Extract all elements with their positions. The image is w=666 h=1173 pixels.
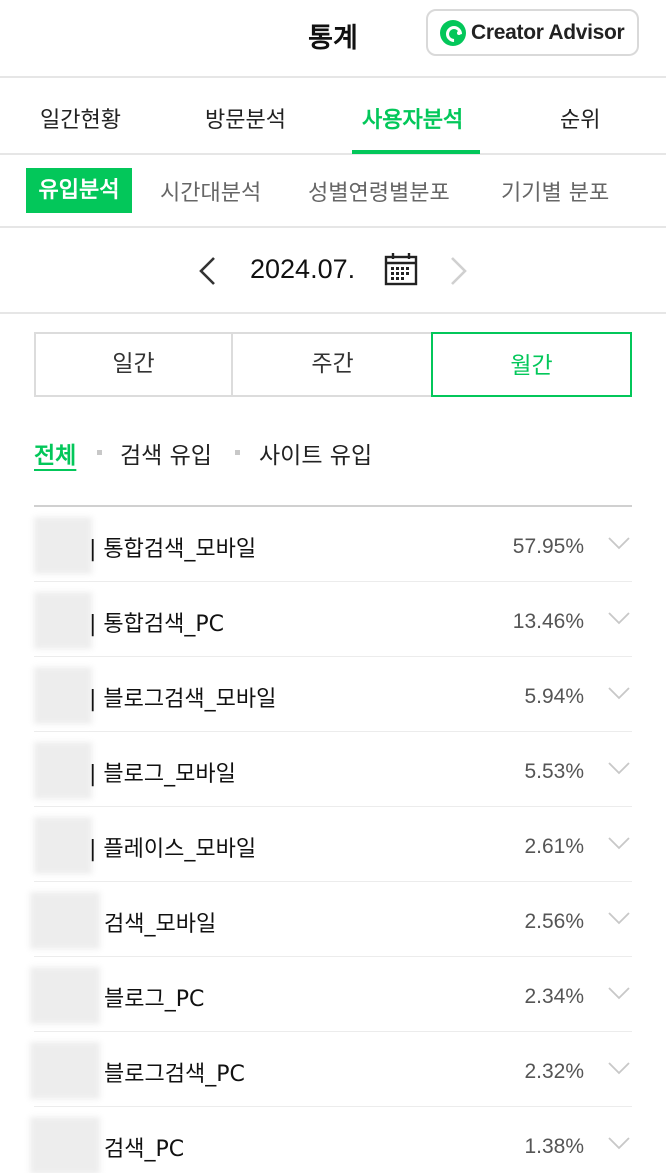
date-navigator: 2024.07. xyxy=(0,228,666,314)
inflow-list: | 통합검색_모바일 57.95% | 통합검색_PC 13.46% | 블로그… xyxy=(30,505,632,1173)
filter-site-inflow[interactable]: 사이트 유입 xyxy=(259,436,372,470)
blurred-source xyxy=(34,667,92,724)
list-item-label: | 통합검색_PC xyxy=(89,612,224,637)
filter-separator xyxy=(97,450,102,455)
statistics-page: 통계 Creator Advisor 일간현황 방문분석 사용자분석 순위 유입… xyxy=(0,0,666,1173)
blurred-source xyxy=(30,967,100,1024)
tab-visit-analysis[interactable]: 방문분석 xyxy=(205,102,286,134)
period-daily-button[interactable]: 일간 xyxy=(36,334,233,395)
list-item[interactable]: | 블로그_모바일 5.53% xyxy=(34,732,632,807)
list-item-percent: 2.56% xyxy=(524,910,584,933)
blurred-source xyxy=(34,817,92,874)
list-item[interactable]: 블로그_PC 2.34% xyxy=(30,957,632,1032)
header: 통계 Creator Advisor xyxy=(0,0,666,78)
chevron-right-icon[interactable] xyxy=(446,256,470,286)
list-item-label: 검색_모바일 xyxy=(104,912,217,937)
creator-advisor-button[interactable]: Creator Advisor xyxy=(426,9,639,56)
chevron-left-icon[interactable] xyxy=(196,256,220,286)
list-item-label: | 플레이스_모바일 xyxy=(89,837,257,862)
subtab-device[interactable]: 기기별 분포 xyxy=(501,175,609,207)
creator-advisor-label: Creator Advisor xyxy=(471,20,625,44)
blurred-source xyxy=(34,592,92,649)
chevron-down-icon[interactable] xyxy=(608,1135,630,1151)
chevron-down-icon[interactable] xyxy=(608,535,630,551)
list-item[interactable]: | 통합검색_모바일 57.95% xyxy=(34,507,632,582)
creator-advisor-logo-icon xyxy=(440,19,466,46)
period-monthly-button[interactable]: 월간 xyxy=(431,332,632,397)
chevron-down-icon[interactable] xyxy=(608,1060,630,1076)
filter-search-inflow[interactable]: 검색 유입 xyxy=(120,436,212,470)
period-toggle: 일간 주간 월간 xyxy=(34,332,632,397)
filter-all[interactable]: 전체 xyxy=(34,436,76,470)
sub-tab-bar: 유입분석 시간대분석 성별연령별분포 기기별 분포 xyxy=(0,155,666,228)
list-item-label: | 블로그검색_모바일 xyxy=(89,687,277,712)
subtab-time-analysis[interactable]: 시간대분석 xyxy=(160,175,261,207)
chevron-down-icon[interactable] xyxy=(608,610,630,626)
list-item[interactable]: | 통합검색_PC 13.46% xyxy=(34,582,632,657)
list-item[interactable]: 검색_모바일 2.56% xyxy=(30,882,632,957)
filter-separator xyxy=(235,450,240,455)
tab-daily-status[interactable]: 일간현황 xyxy=(40,102,121,134)
chevron-down-icon[interactable] xyxy=(608,910,630,926)
chevron-down-icon[interactable] xyxy=(608,985,630,1001)
chevron-down-icon[interactable] xyxy=(608,760,630,776)
list-item-label: 블로그_PC xyxy=(104,987,205,1012)
list-item-percent: 2.34% xyxy=(524,985,584,1008)
subtab-gender-age[interactable]: 성별연령별분포 xyxy=(308,175,450,207)
list-item-percent: 57.95% xyxy=(512,535,584,558)
tab-user-analysis[interactable]: 사용자분석 xyxy=(362,102,463,134)
list-item-percent: 2.61% xyxy=(524,835,584,858)
list-item[interactable]: | 플레이스_모바일 2.61% xyxy=(34,807,632,882)
list-item[interactable]: 블로그검색_PC 2.32% xyxy=(30,1032,632,1107)
list-item-percent: 5.53% xyxy=(524,760,584,783)
list-item[interactable]: | 블로그검색_모바일 5.94% xyxy=(34,657,632,732)
list-item-percent: 2.32% xyxy=(524,1060,584,1083)
list-item-percent: 1.38% xyxy=(524,1135,584,1158)
subtab-inflow-analysis[interactable]: 유입분석 xyxy=(26,168,132,213)
list-item-label: 검색_PC xyxy=(104,1137,185,1162)
list-item-percent: 13.46% xyxy=(512,610,584,633)
chevron-down-icon[interactable] xyxy=(608,835,630,851)
blurred-source xyxy=(34,517,92,574)
list-item-label: 블로그검색_PC xyxy=(104,1062,245,1087)
period-weekly-button[interactable]: 주간 xyxy=(233,334,432,395)
main-tab-bar: 일간현황 방문분석 사용자분석 순위 xyxy=(0,80,666,155)
tab-ranking[interactable]: 순위 xyxy=(560,102,600,134)
list-item[interactable]: 검색_PC 1.38% xyxy=(30,1107,632,1173)
blurred-source xyxy=(30,1117,100,1173)
blurred-source xyxy=(34,742,92,799)
blurred-source xyxy=(30,892,100,949)
date-label: 2024.07. xyxy=(250,254,356,284)
chevron-down-icon[interactable] xyxy=(608,685,630,701)
calendar-icon[interactable] xyxy=(384,252,418,286)
list-item-label: | 통합검색_모바일 xyxy=(89,537,257,562)
list-item-label: | 블로그_모바일 xyxy=(89,762,236,787)
blurred-source xyxy=(30,1042,100,1099)
active-tab-indicator xyxy=(352,150,480,154)
list-item-percent: 5.94% xyxy=(524,685,584,708)
